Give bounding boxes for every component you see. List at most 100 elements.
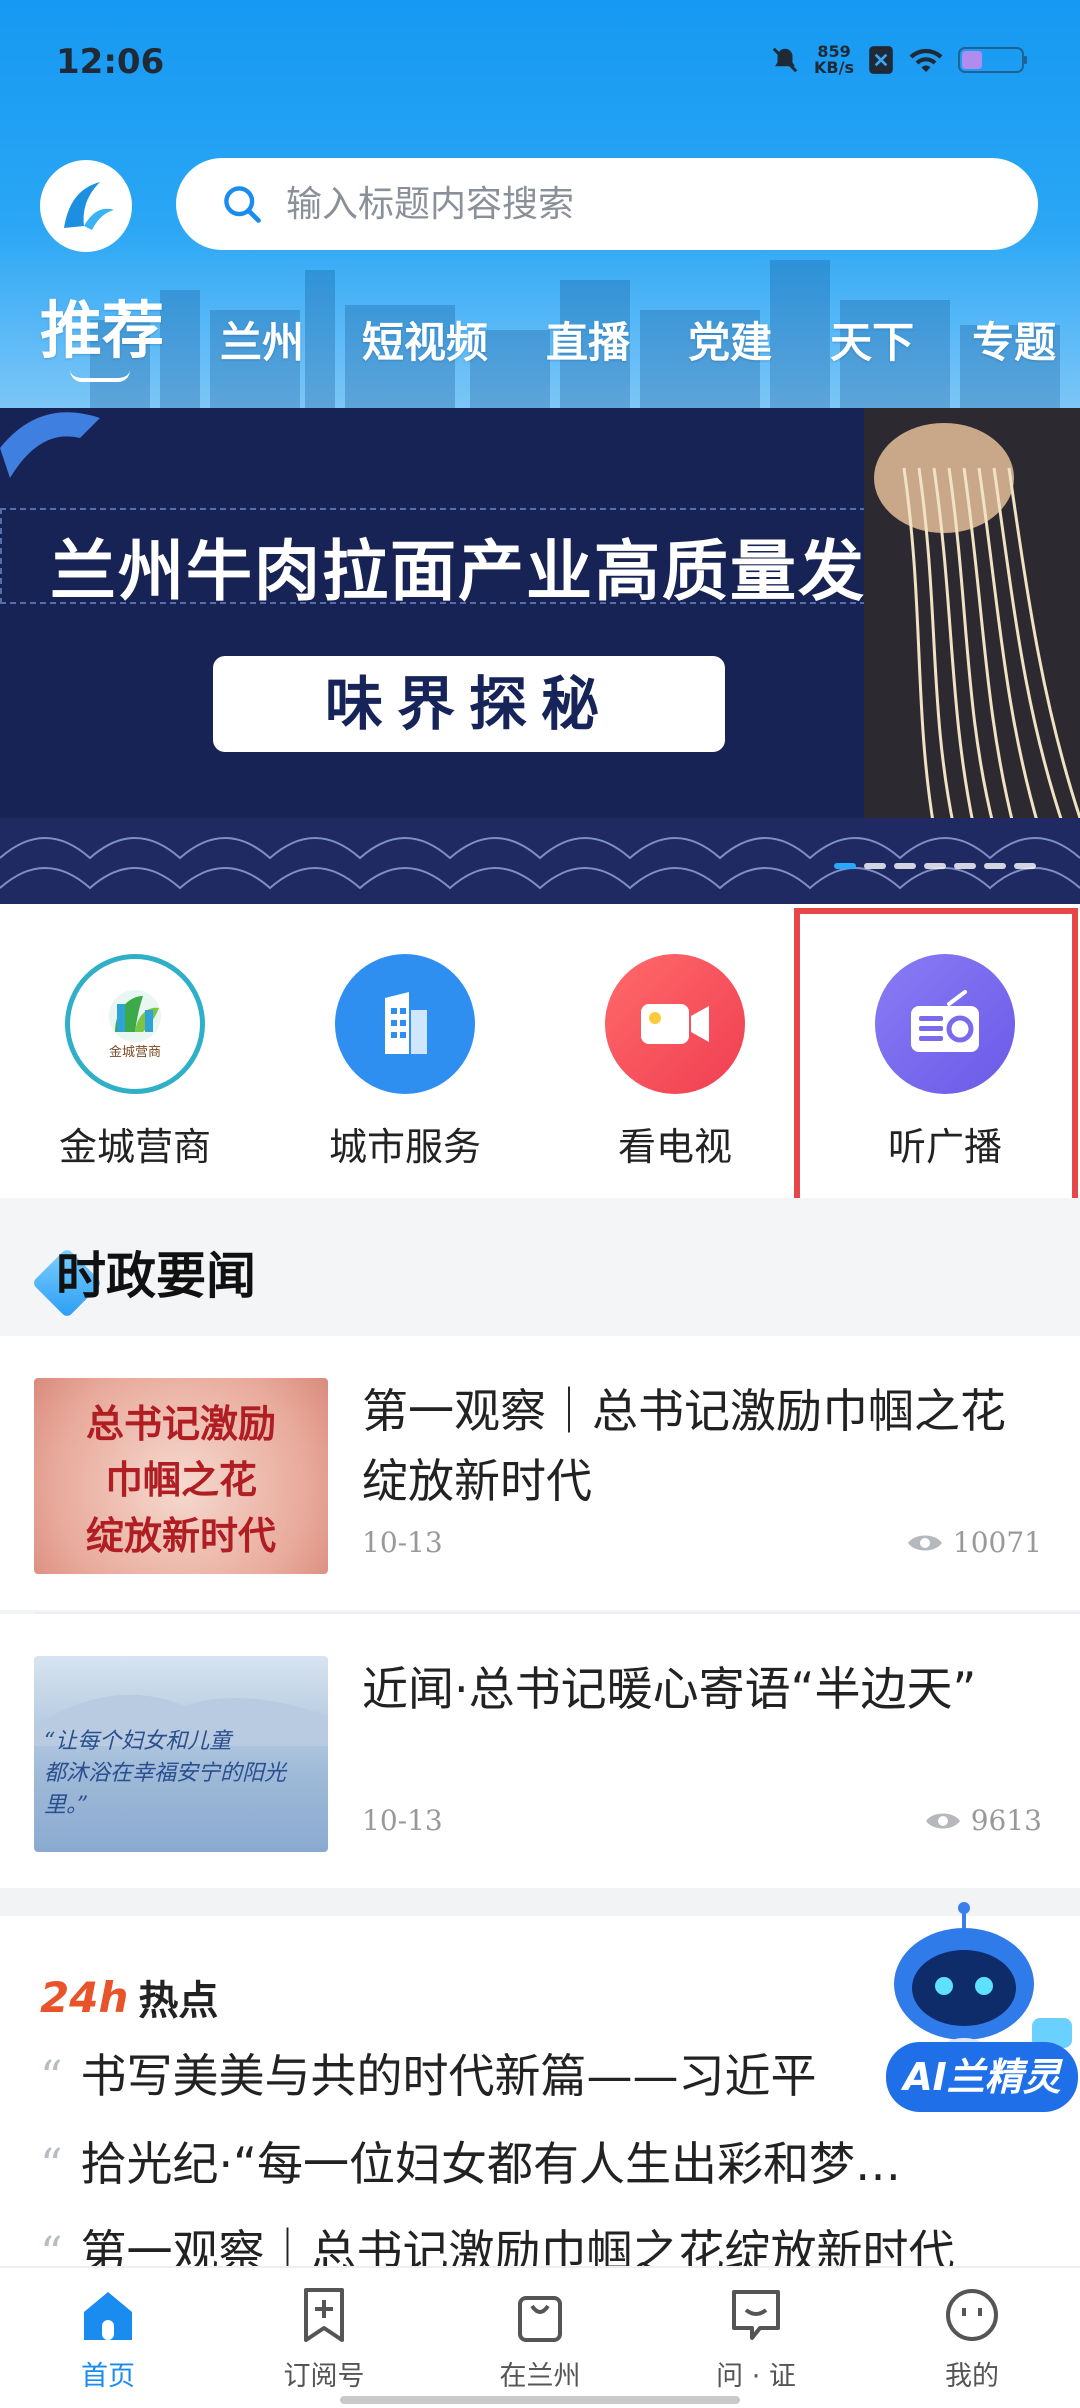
banner-decoration	[0, 412, 100, 478]
jincheng-logo-text: 金城营商	[109, 1044, 161, 1060]
app-logo-icon	[64, 182, 114, 230]
tab-party[interactable]: 党建	[688, 309, 772, 370]
ai-badge-text: AI兰精灵	[900, 2055, 1064, 2099]
quote-icon: “	[40, 2052, 63, 2103]
carousel-dot[interactable]	[1014, 863, 1036, 869]
news-date: 10-13	[362, 1804, 443, 1837]
video-camera-graphic	[641, 1004, 709, 1044]
nav-in-lanzhou[interactable]: 在兰州	[432, 2268, 648, 2408]
tab-short-video[interactable]: 短视频	[362, 309, 488, 370]
shortcut-city-service[interactable]: 城市服务	[270, 954, 540, 1171]
thumbnail-text: 都沐浴在幸福安宁的阳光里。”	[44, 1761, 287, 1818]
status-time: 12:06	[56, 42, 165, 82]
banner-wave-pattern	[0, 818, 1080, 904]
smile-icon	[946, 2289, 998, 2341]
hot-item-text: 拾光纪·“每一位妇女都有人生出彩和梦…	[80, 2137, 901, 2191]
nav-label: 我的	[945, 2361, 999, 2392]
nav-label: 首页	[81, 2361, 135, 2392]
status-bar: 12:06 859 KB/s	[0, 0, 1080, 120]
tab-recommend[interactable]: 推荐	[40, 280, 164, 382]
shortcut-label: 城市服务	[328, 1125, 481, 1169]
bell-muted-icon	[772, 47, 798, 73]
app-logo[interactable]	[40, 160, 132, 252]
news-views: 10071	[907, 1526, 1042, 1559]
nav-label: 订阅号	[283, 2361, 365, 2392]
search-input[interactable]	[286, 183, 986, 225]
news-title: 近闻·总书记暖心寄语“半边天”	[362, 1662, 977, 1716]
section-header: 时政要闻	[0, 1198, 1080, 1336]
building-graphic	[385, 992, 427, 1054]
tab-world[interactable]: 天下	[830, 309, 914, 370]
thumbnail-text: 巾帼之花	[104, 1457, 257, 1502]
home-indicator[interactable]	[340, 2396, 740, 2404]
tab-lanzhou[interactable]: 兰州	[220, 309, 304, 370]
search-bar[interactable]	[176, 158, 1038, 250]
bottom-nav: 首页 订阅号 在兰州 问 · 证 我的	[0, 2266, 1080, 2408]
news-view-count: 10071	[952, 1526, 1042, 1559]
thumbnail-text: “让每个妇女和儿童	[44, 1729, 232, 1754]
status-icons: 859 KB/s	[770, 44, 1028, 76]
net-speed-unit: KB/s	[814, 58, 854, 77]
tab-special[interactable]: 专题	[972, 309, 1056, 370]
news-view-count: 9613	[970, 1804, 1042, 1837]
video-camera-icon	[605, 954, 745, 1094]
carousel-dot[interactable]	[834, 863, 856, 869]
search-icon	[224, 186, 261, 223]
news-date: 10-13	[362, 1526, 443, 1559]
hot-logo-24h: 24h	[40, 1972, 129, 2022]
news-item[interactable]: “让每个妇女和儿童 都沐浴在幸福安宁的阳光里。” 近闻·总书记暖心寄语“半边天”…	[0, 1614, 1080, 1888]
quote-icon: “	[40, 2140, 63, 2191]
chat-icon	[732, 2290, 780, 2340]
carousel-dot[interactable]	[864, 863, 886, 869]
shortcut-watch-tv[interactable]: 看电视	[540, 954, 810, 1171]
carousel-indicator	[834, 863, 1036, 869]
building-icon	[335, 954, 475, 1094]
header: 12:06 859 KB/s 输入标题内容搜索 推荐 兰州 短视频 直播 党建 …	[0, 0, 1080, 408]
nav-mine[interactable]: 我的	[864, 2268, 1080, 2408]
carousel-dot[interactable]	[894, 863, 916, 869]
banner-button[interactable]: 味界探秘	[213, 656, 725, 752]
banner-title: 兰州牛肉拉面产业高质量发展之	[50, 533, 1002, 610]
banner-carousel[interactable]: 兰州牛肉拉面产业高质量发展之 味界探秘	[0, 408, 1080, 904]
eye-icon	[925, 1813, 960, 1828]
hot-item[interactable]: “ 拾光纪·“每一位妇女都有人生出彩和梦…	[40, 2128, 1050, 2194]
wifi-icon	[909, 48, 943, 72]
news-thumbnail: “让每个妇女和儿童 都沐浴在幸福安宁的阳光里。”	[34, 1656, 328, 1852]
jincheng-logo-graphic: 金城营商	[109, 990, 161, 1060]
hot-item-text: 书写美美与共的时代新篇——习近平	[80, 2049, 817, 2103]
highlight-box	[794, 908, 1078, 1244]
bag-icon	[518, 2296, 562, 2342]
news-title: 第一观察｜总书记激励巾帼之花绽放新时代	[362, 1384, 1006, 1508]
nav-label: 在兰州	[499, 2361, 581, 2392]
section-title: 时政要闻	[56, 1247, 256, 1305]
battery-icon	[958, 47, 1027, 73]
robot-icon: AI兰精灵	[886, 1902, 1078, 2112]
net-speed: 859 KB/s	[814, 44, 854, 76]
ai-assistant-button[interactable]: AI兰精灵	[882, 1900, 1080, 2136]
thumbnail-text: 总书记激励	[85, 1401, 276, 1446]
news-thumbnail: 总书记激励 巾帼之花 绽放新时代	[34, 1378, 328, 1574]
carousel-dot[interactable]	[984, 863, 1006, 869]
home-icon	[84, 2292, 132, 2340]
carousel-dot[interactable]	[954, 863, 976, 869]
eye-icon	[907, 1535, 942, 1550]
app-root: 12:06 859 KB/s 输入标题内容搜索 推荐 兰州 短视频 直播 党建 …	[0, 0, 1080, 2408]
nav-label: 问 · 证	[716, 2361, 796, 2392]
carousel-dot[interactable]	[924, 863, 946, 869]
sim-icon	[869, 46, 893, 74]
nav-subscriptions[interactable]: 订阅号	[216, 2268, 432, 2408]
hot-logo-text: 热点	[138, 1978, 219, 2024]
thumbnail-text: 绽放新时代	[85, 1513, 276, 1558]
jincheng-logo-icon: 金城营商	[65, 954, 205, 1094]
tab-live[interactable]: 直播	[546, 309, 630, 370]
shortcut-label: 金城营商	[58, 1125, 211, 1169]
channel-tabs: 推荐 兰州 短视频 直播 党建 天下 专题	[40, 290, 1080, 382]
nav-ask-verify[interactable]: 问 · 证	[648, 2268, 864, 2408]
noodle-photo	[864, 408, 1080, 828]
news-item[interactable]: 总书记激励 巾帼之花 绽放新时代 第一观察｜总书记激励巾帼之花绽放新时代 10-…	[0, 1336, 1080, 1610]
hot-logo: 24h 热点	[40, 1968, 218, 2026]
shortcut-jincheng-business[interactable]: 金城营商 金城营商	[0, 954, 270, 1171]
nav-home[interactable]: 首页	[0, 2268, 216, 2408]
bookmark-plus-icon	[304, 2288, 344, 2342]
shortcut-label: 看电视	[617, 1125, 732, 1169]
